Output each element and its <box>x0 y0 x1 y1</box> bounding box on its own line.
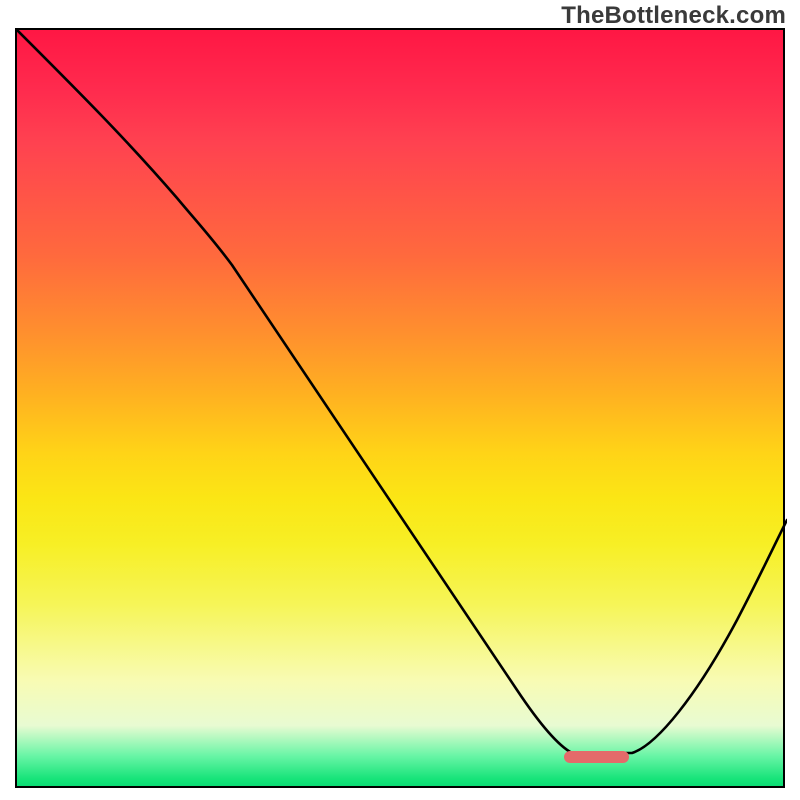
chart-container: TheBottleneck.com <box>0 0 800 800</box>
bottleneck-curve <box>17 30 787 790</box>
curve-path <box>17 30 787 753</box>
plot-area <box>15 28 785 788</box>
optimal-range-marker <box>564 751 629 763</box>
watermark-text: TheBottleneck.com <box>561 2 786 30</box>
